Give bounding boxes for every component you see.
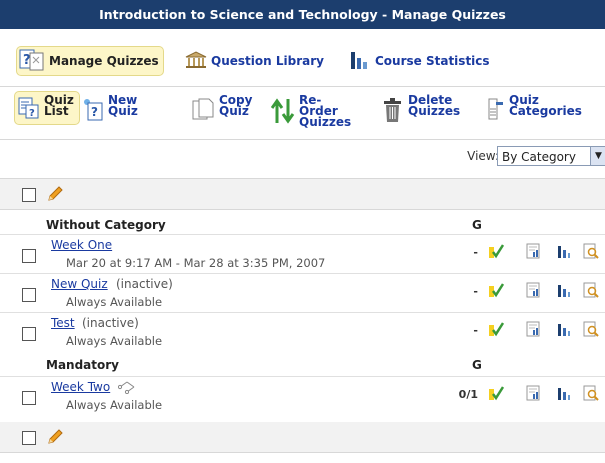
svg-text:?: ? [29, 108, 35, 119]
quiz-checkbox[interactable] [22, 327, 36, 341]
quiz-availability: Always Available [66, 295, 163, 309]
copy-icon [191, 97, 215, 125]
grade-check-icon[interactable] [488, 243, 505, 262]
link-icon[interactable] [117, 380, 136, 397]
copy-quiz-label-2: Quiz [219, 104, 249, 118]
quiz-availability: Always Available [66, 334, 163, 348]
svg-text:?: ? [23, 53, 31, 68]
quiz-link[interactable]: New Quiz [51, 277, 108, 291]
tab-course-statistics-label: Course Statistics [375, 54, 490, 68]
quiz-availability: Mar 20 at 9:17 AM - Mar 28 at 3:35 PM, 2… [66, 256, 326, 270]
quiz-list-label-2: List [44, 104, 69, 118]
preview-icon[interactable] [583, 243, 599, 262]
bulk-action-bar-bottom [0, 422, 605, 453]
grade-check-icon[interactable] [488, 385, 505, 404]
grade-column-header: G [472, 218, 482, 232]
quiz-list-icon: ? [18, 97, 40, 121]
quiz-grade: - [473, 285, 478, 298]
statistics-icon[interactable] [557, 282, 571, 301]
grade-column-header: G [472, 358, 482, 372]
statistics-icon[interactable] [557, 243, 571, 262]
quiz-link[interactable]: Test [51, 316, 75, 330]
library-icon [185, 50, 207, 72]
report-icon[interactable] [526, 243, 542, 262]
delete-label-2: Quizzes [408, 104, 461, 118]
quiz-checkbox[interactable] [22, 391, 36, 405]
nav-bar: ? Manage Quizzes Question Library Course… [0, 36, 605, 87]
categories-label-2: Categories [509, 104, 582, 118]
statistics-icon[interactable] [557, 321, 571, 340]
report-icon[interactable] [526, 321, 542, 340]
quiz-categories-button[interactable]: Quiz Categories [487, 94, 582, 123]
svg-text:?: ? [91, 105, 98, 119]
grade-check-icon[interactable] [488, 282, 505, 301]
new-quiz-icon: ? [82, 97, 104, 123]
tab-course-statistics[interactable]: Course Statistics [349, 46, 490, 76]
view-row: View: By Category ▼ [0, 140, 605, 179]
quiz-checkbox[interactable] [22, 249, 36, 263]
category-header: Mandatory G [0, 356, 605, 374]
category-name: Mandatory [46, 358, 119, 372]
quiz-row: New Quiz (inactive) Always Available - [0, 273, 605, 312]
tab-manage-quizzes[interactable]: ? Manage Quizzes [16, 46, 164, 76]
view-select[interactable]: By Category ▼ [497, 146, 605, 166]
pencil-icon[interactable] [46, 185, 64, 206]
reorder-quizzes-button[interactable]: Re- Order Quizzes [270, 94, 352, 129]
quiz-status: (inactive) [82, 316, 139, 330]
report-icon[interactable] [526, 385, 542, 404]
quiz-status: (inactive) [116, 277, 173, 291]
copy-quiz-button[interactable]: Copy Quiz [191, 94, 252, 125]
new-quiz-label-2: Quiz [108, 104, 138, 118]
delete-quizzes-button[interactable]: Delete Quizzes [382, 94, 461, 125]
reorder-label-3: Quizzes [299, 115, 352, 129]
quiz-availability: Always Available [66, 398, 163, 412]
bar-chart-icon [349, 50, 371, 73]
bulk-action-bar-top [0, 179, 605, 210]
quiz-link[interactable]: Week One [51, 238, 112, 252]
quiz-row: Test (inactive) Always Available - [0, 312, 605, 351]
report-icon[interactable] [526, 282, 542, 301]
pencil-icon[interactable] [46, 428, 64, 449]
quiz-row: Week Two Always Available 0/1 [0, 376, 605, 415]
statistics-icon[interactable] [557, 385, 571, 404]
toolbar: ? Quiz List ? New Quiz Copy Quiz Re- Order Qu… [0, 87, 605, 140]
preview-icon[interactable] [583, 385, 599, 404]
categories-icon [487, 97, 505, 123]
tab-question-library-label: Question Library [211, 54, 324, 68]
select-all-checkbox[interactable] [22, 431, 36, 445]
quiz-icon: ? [19, 48, 45, 75]
reorder-arrows-icon [270, 97, 295, 127]
view-label: View: [467, 149, 499, 163]
quiz-row: Week One Mar 20 at 9:17 AM - Mar 28 at 3… [0, 234, 605, 273]
category-name: Without Category [46, 218, 166, 232]
category-header: Without Category G [0, 216, 605, 234]
tab-question-library[interactable]: Question Library [185, 46, 324, 76]
chevron-down-icon: ▼ [590, 147, 605, 165]
quiz-grade: 0/1 [458, 388, 478, 401]
quiz-grade: - [473, 324, 478, 337]
view-select-value: By Category [502, 150, 576, 164]
grade-check-icon[interactable] [488, 321, 505, 340]
new-quiz-button[interactable]: ? New Quiz [82, 94, 138, 123]
page-title: Introduction to Science and Technology -… [0, 0, 605, 29]
preview-icon[interactable] [583, 321, 599, 340]
preview-icon[interactable] [583, 282, 599, 301]
quiz-checkbox[interactable] [22, 288, 36, 302]
trash-icon [382, 97, 404, 125]
select-all-checkbox[interactable] [22, 188, 36, 202]
tab-manage-quizzes-label: Manage Quizzes [49, 54, 159, 68]
quiz-link[interactable]: Week Two [51, 380, 110, 394]
quiz-list-button[interactable]: ? Quiz List [14, 91, 80, 125]
quiz-grade: - [473, 246, 478, 259]
